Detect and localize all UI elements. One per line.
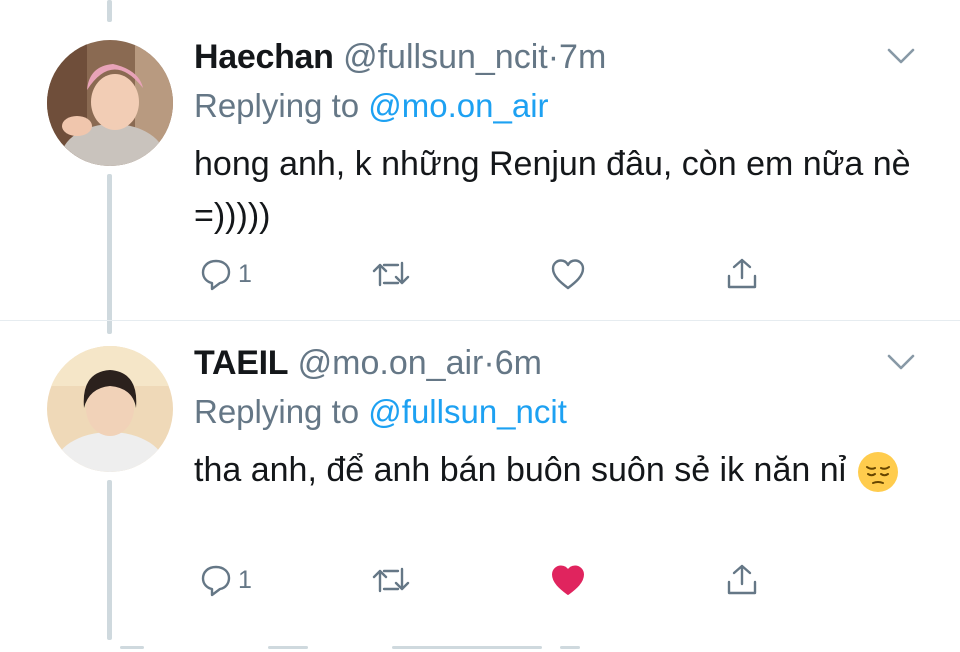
reply-count: 1	[238, 259, 252, 288]
chevron-down-icon[interactable]	[884, 350, 918, 374]
heart-icon	[551, 259, 585, 290]
share-icon	[727, 564, 757, 595]
retweet-icon	[372, 261, 410, 287]
tweet-text-content: tha anh, để anh bán buôn suôn sẻ ik năn …	[194, 451, 847, 489]
avatar[interactable]	[47, 346, 173, 472]
handle[interactable]: @fullsun_ncit	[343, 38, 548, 76]
retweet-icon	[372, 567, 410, 593]
tweet-text: hong anh, k những Renjun đâu, còn em nữa…	[194, 145, 911, 235]
share-icon	[727, 258, 757, 289]
reply-icon	[201, 565, 231, 597]
reply-count: 1	[238, 565, 252, 594]
timestamp[interactable]: 7m	[559, 38, 606, 76]
reply-mention-link[interactable]: @fullsun_ncit	[368, 393, 567, 430]
like-button[interactable]	[550, 254, 586, 294]
tweet-text: tha anh, để anh bán buôn suôn sẻ ik năn …	[194, 444, 914, 496]
reply-icon	[201, 259, 231, 291]
reply-button[interactable]: 1	[200, 254, 252, 294]
replying-to-label: Replying to	[194, 87, 360, 124]
share-button[interactable]	[724, 560, 760, 600]
next-tweet-cutoff	[0, 646, 960, 652]
retweet-button[interactable]	[370, 560, 412, 600]
action-bar: 1	[194, 254, 794, 294]
reply-button[interactable]: 1	[200, 560, 252, 600]
share-button[interactable]	[724, 254, 760, 294]
separator: ·	[547, 38, 560, 76]
retweet-button[interactable]	[370, 254, 412, 294]
tweet-taeil[interactable]: TAEIL @mo.on_air·6m Replying to @fullsun…	[0, 306, 960, 612]
display-name[interactable]: TAEIL	[194, 344, 289, 382]
like-button[interactable]	[550, 560, 586, 600]
separator: ·	[483, 344, 495, 382]
display-name[interactable]: Haechan	[194, 38, 334, 76]
timestamp[interactable]: 6m	[495, 344, 542, 382]
tweet-haechan[interactable]: Haechan @fullsun_ncit·7m Replying to @mo…	[0, 0, 960, 306]
action-bar: 1	[194, 560, 794, 600]
pensive-face-emoji-icon	[857, 452, 898, 493]
avatar[interactable]	[47, 40, 173, 166]
chevron-down-icon[interactable]	[884, 44, 918, 68]
handle[interactable]: @mo.on_air	[298, 344, 484, 382]
reply-mention-link[interactable]: @mo.on_air	[368, 87, 548, 124]
heart-icon	[552, 565, 584, 595]
replying-to-label: Replying to	[194, 393, 360, 430]
